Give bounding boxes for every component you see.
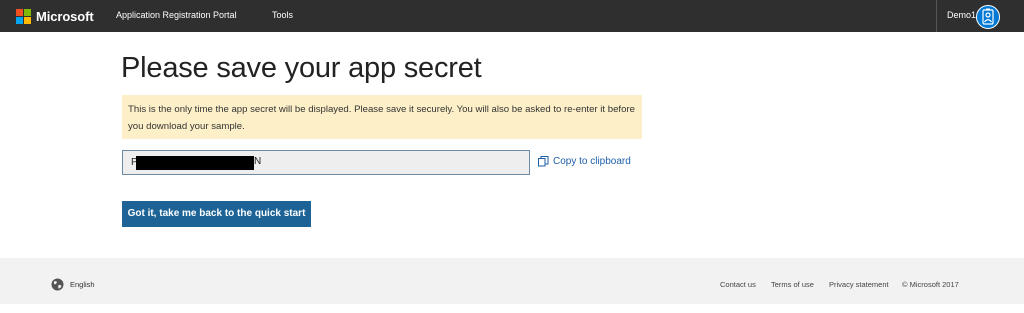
- microsoft-brand[interactable]: Microsoft: [16, 8, 94, 24]
- footer-contact-us-link[interactable]: Contact us: [720, 280, 756, 289]
- language-label: English: [70, 280, 95, 289]
- nav-tools[interactable]: Tools: [272, 10, 293, 20]
- warning-message: This is the only time the app secret wil…: [122, 95, 642, 139]
- footer-terms-of-use-link[interactable]: Terms of use: [771, 280, 814, 289]
- page-title: Please save your app secret: [121, 52, 482, 84]
- nav-application-registration-portal[interactable]: Application Registration Portal: [116, 10, 237, 20]
- microsoft-logo-icon: [16, 8, 31, 24]
- top-navigation-bar: Microsoft Application Registration Porta…: [0, 0, 1024, 32]
- footer-privacy-statement-link[interactable]: Privacy statement: [829, 280, 889, 289]
- copy-to-clipboard-link[interactable]: Copy to clipboard: [538, 156, 631, 167]
- footer-copyright: © Microsoft 2017: [902, 280, 959, 289]
- language-selector[interactable]: English: [51, 278, 95, 291]
- footer: English Contact us Terms of use Privacy …: [0, 258, 1024, 304]
- globe-icon: [51, 278, 64, 291]
- copy-icon: [538, 156, 549, 167]
- secret-redaction: [136, 156, 254, 170]
- user-name: Demo1: [947, 10, 977, 20]
- secret-last-char: N: [254, 156, 262, 167]
- brand-name: Microsoft: [36, 8, 94, 24]
- copy-label: Copy to clipboard: [553, 156, 631, 167]
- user-avatar-icon[interactable]: [976, 5, 1000, 29]
- back-to-quick-start-button[interactable]: Got it, take me back to the quick start: [122, 201, 311, 227]
